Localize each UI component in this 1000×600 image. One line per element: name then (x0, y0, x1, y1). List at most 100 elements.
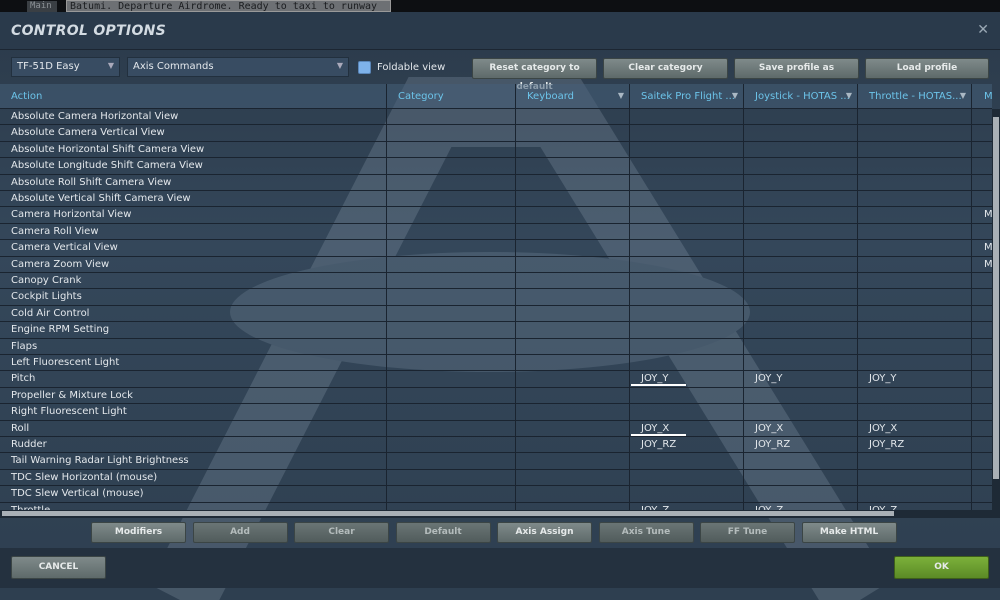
binding-cell[interactable] (630, 256, 744, 273)
table-row[interactable]: Pitch JOY_Y JOY_Y JOY_Y (0, 371, 992, 388)
binding-cell[interactable] (387, 437, 516, 454)
binding-cell[interactable] (516, 158, 630, 175)
table-row[interactable]: Camera Roll View (0, 223, 992, 241)
table-row[interactable]: Absolute Vertical Shift Camera View (0, 191, 992, 208)
binding-cell[interactable] (387, 289, 516, 306)
binding-cell[interactable] (972, 109, 992, 125)
binding-cell[interactable] (744, 109, 858, 126)
binding-cell[interactable] (387, 109, 516, 126)
action-cell[interactable]: Camera Roll View (0, 223, 387, 241)
binding-cell[interactable] (516, 240, 630, 257)
column-header-action[interactable]: Action (0, 84, 387, 109)
action-cell[interactable]: Cockpit Lights (0, 289, 387, 306)
binding-cell[interactable] (972, 322, 992, 338)
binding-cell[interactable] (630, 273, 744, 290)
action-cell[interactable]: Camera Vertical View (0, 240, 387, 257)
binding-cell[interactable]: JOY_Z (858, 502, 972, 510)
binding-cell[interactable] (387, 420, 516, 437)
action-cell[interactable]: Engine RPM Setting (0, 322, 387, 339)
binding-cell[interactable] (858, 158, 972, 175)
clear-button[interactable]: Clear (294, 522, 389, 543)
binding-cell[interactable] (516, 191, 630, 208)
binding-cell[interactable]: JOY_RZ (744, 437, 858, 454)
action-cell[interactable]: Throttle (0, 502, 387, 510)
binding-cell[interactable]: JOY_X (744, 420, 858, 437)
binding-cell[interactable] (516, 273, 630, 290)
axis-tune-button[interactable]: Axis Tune (598, 522, 694, 543)
binding-cell[interactable] (858, 256, 972, 273)
binding-cell[interactable] (858, 322, 972, 339)
aircraft-select[interactable]: TF-51D Easy ▼ (11, 57, 120, 77)
table-row[interactable]: Absolute Horizontal Shift Camera View (0, 141, 992, 159)
binding-cell[interactable] (972, 175, 992, 191)
scroll-thumb[interactable] (993, 117, 999, 479)
cancel-button[interactable]: CANCEL (11, 556, 106, 579)
binding-cell[interactable] (516, 404, 630, 421)
chevron-down-icon[interactable]: ▼ (732, 91, 738, 100)
table-row[interactable]: Absolute Camera Vertical View (0, 125, 992, 142)
binding-cell[interactable] (858, 207, 972, 224)
binding-cell[interactable] (516, 486, 630, 503)
reset-category-button[interactable]: Reset category to default (472, 58, 597, 92)
binding-cell[interactable] (630, 355, 744, 372)
column-header-keyboard[interactable]: Keyboard ▼ (516, 84, 630, 109)
binding-cell[interactable] (387, 338, 516, 355)
binding-cell[interactable] (972, 421, 992, 437)
scroll-thumb[interactable] (2, 511, 894, 516)
binding-cell[interactable] (630, 289, 744, 306)
column-header-more[interactable]: M (972, 84, 992, 109)
binding-cell[interactable] (744, 240, 858, 257)
binding-cell[interactable] (972, 306, 992, 322)
binding-cell[interactable] (630, 305, 744, 323)
binding-cell[interactable] (972, 289, 992, 305)
binding-cell[interactable] (744, 141, 858, 159)
binding-cell[interactable] (858, 338, 972, 355)
binding-cell[interactable] (516, 256, 630, 273)
binding-cell[interactable] (630, 109, 744, 126)
binding-cell[interactable] (972, 371, 992, 387)
binding-cell[interactable] (858, 240, 972, 257)
binding-cell[interactable] (972, 158, 992, 174)
table-row[interactable]: TDC Slew Horizontal (mouse) (0, 469, 992, 487)
action-cell[interactable]: Cold Air Control (0, 305, 387, 323)
binding-cell[interactable] (972, 486, 992, 502)
binding-cell[interactable] (972, 191, 992, 207)
action-cell[interactable]: Pitch (0, 371, 387, 388)
axis-assign-button[interactable]: Axis Assign (497, 522, 592, 543)
binding-cell[interactable] (744, 305, 858, 323)
table-row[interactable]: Cold Air Control (0, 305, 992, 323)
binding-cell[interactable] (516, 289, 630, 306)
binding-cell[interactable] (516, 305, 630, 323)
vertical-scrollbar[interactable] (992, 109, 1000, 510)
table-row[interactable]: Roll JOY_X JOY_X JOY_X (0, 420, 992, 437)
binding-cell[interactable] (630, 240, 744, 257)
action-cell[interactable]: Absolute Longitude Shift Camera View (0, 158, 387, 175)
binding-cell[interactable]: M (972, 207, 992, 223)
binding-cell[interactable] (516, 141, 630, 159)
horizontal-scrollbar[interactable] (0, 510, 1000, 518)
binding-cell[interactable]: JOY_X (630, 420, 744, 437)
binding-cell[interactable] (972, 404, 992, 420)
binding-cell[interactable] (744, 273, 858, 290)
binding-cell[interactable] (972, 142, 992, 158)
binding-cell[interactable] (630, 158, 744, 175)
binding-cell[interactable] (630, 207, 744, 224)
binding-cell[interactable] (516, 223, 630, 241)
binding-cell[interactable] (387, 240, 516, 257)
clear-category-button[interactable]: Clear category (603, 58, 728, 79)
action-cell[interactable]: Absolute Vertical Shift Camera View (0, 191, 387, 208)
table-row[interactable]: Engine RPM Setting (0, 322, 992, 339)
table-row[interactable]: TDC Slew Vertical (mouse) (0, 486, 992, 503)
action-cell[interactable]: Absolute Camera Vertical View (0, 125, 387, 142)
modifiers-button[interactable]: Modifiers (91, 522, 186, 543)
binding-cell[interactable]: JOY_Y (630, 371, 744, 388)
binding-cell[interactable] (744, 387, 858, 405)
column-header-saitek[interactable]: Saitek Pro Flight ... ▼ (630, 84, 744, 109)
table-row[interactable]: Camera Zoom View M (0, 256, 992, 273)
binding-cell[interactable] (516, 387, 630, 405)
action-cell[interactable]: Absolute Roll Shift Camera View (0, 174, 387, 191)
action-cell[interactable]: Left Fluorescent Light (0, 355, 387, 372)
binding-cell[interactable] (972, 273, 992, 289)
binding-cell[interactable]: JOY_Z (630, 502, 744, 510)
binding-cell[interactable] (516, 109, 630, 126)
